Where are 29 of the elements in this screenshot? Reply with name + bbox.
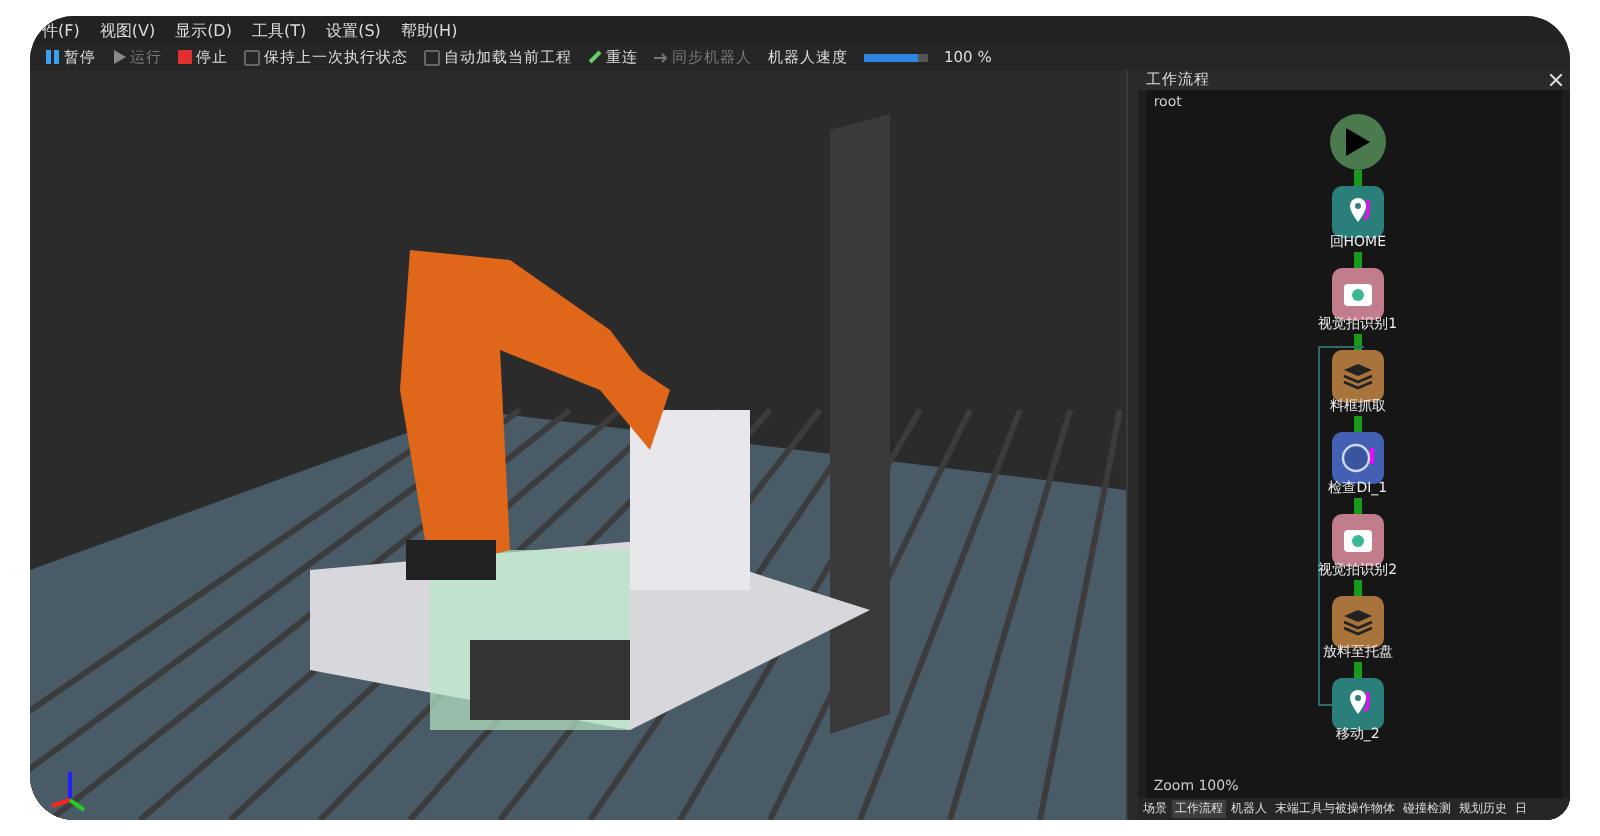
link-icon <box>588 50 602 64</box>
workflow-step[interactable] <box>1331 596 1384 648</box>
sync-arrow-icon <box>654 50 668 64</box>
workflow-step[interactable] <box>1331 514 1384 566</box>
menu-item[interactable]: 件(F) <box>42 19 80 41</box>
play-icon <box>112 50 126 64</box>
camera-icon <box>1341 526 1374 554</box>
play-icon <box>1345 128 1370 156</box>
checkbox[interactable] <box>244 49 260 65</box>
workflow-step[interactable] <box>1331 678 1384 730</box>
workflow-step[interactable] <box>1331 432 1384 484</box>
checkbox[interactable] <box>424 49 440 65</box>
axis-gizmo-icon <box>50 768 90 812</box>
menu-item[interactable]: 设置(S) <box>326 19 381 41</box>
close-icon[interactable] <box>1550 74 1562 86</box>
layers-icon <box>1341 362 1374 390</box>
camera-icon <box>1341 280 1374 308</box>
di-dial-icon <box>1339 442 1376 474</box>
layers-icon <box>1341 608 1374 636</box>
workflow-step[interactable] <box>1331 268 1384 320</box>
workflow-step[interactable] <box>1331 186 1384 238</box>
menu-item[interactable]: 工具(T) <box>251 19 307 41</box>
menu-item[interactable]: 帮助(H) <box>400 19 458 41</box>
pause-icon <box>46 50 60 64</box>
start-button[interactable] <box>1329 114 1386 170</box>
stop-icon <box>178 50 192 64</box>
menu-item[interactable]: 视图(V) <box>99 19 156 41</box>
menu-item[interactable]: 显示(D) <box>175 19 232 41</box>
workflow-step[interactable] <box>1331 350 1384 402</box>
